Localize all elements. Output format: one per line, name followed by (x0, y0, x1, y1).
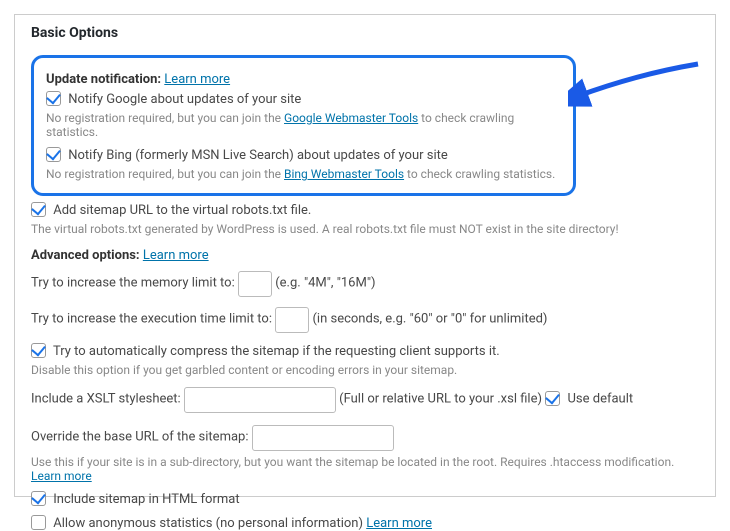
memory-hint: (e.g. "4M", "16M") (275, 276, 375, 291)
base-url-input[interactable] (252, 425, 394, 451)
bing-note-post: to check crawling statistics. (404, 167, 555, 181)
notify-bing-checkbox[interactable] (46, 147, 61, 162)
compress-note: Disable this option if you get garbled c… (31, 363, 699, 377)
html-format-label: Include sitemap in HTML format (53, 492, 239, 507)
notify-bing-label: Notify Bing (formerly MSN Live Search) a… (68, 148, 448, 163)
exec-label: Try to increase the execution time limit… (31, 312, 272, 327)
bing-note-pre: No registration required, but you can jo… (46, 167, 284, 181)
basic-options-panel: Basic Options Update notification: Learn… (14, 14, 716, 497)
section-title: Basic Options (31, 25, 699, 41)
virtual-robots-label: Add sitemap URL to the virtual robots.tx… (53, 203, 311, 218)
base-url-note: Use this if your site is in a sub-direct… (31, 455, 674, 469)
xslt-input[interactable] (184, 387, 336, 413)
compress-checkbox[interactable] (31, 343, 46, 358)
xslt-hint: (Full or relative URL to your .xsl file) (339, 392, 542, 407)
exec-input[interactable] (275, 307, 309, 333)
html-format-checkbox[interactable] (31, 491, 46, 506)
memory-input[interactable] (238, 271, 272, 297)
google-webmaster-tools-link[interactable]: Google Webmaster Tools (284, 111, 418, 125)
anon-stats-label: Allow anonymous statistics (no personal … (53, 516, 363, 531)
google-note-pre: No registration required, but you can jo… (46, 111, 284, 125)
update-notification-learn-more[interactable]: Learn more (164, 72, 230, 87)
base-url-label: Override the base URL of the sitemap: (31, 430, 249, 445)
exec-hint: (in seconds, e.g. "60" or "0" for unlimi… (312, 312, 547, 327)
update-notification-heading: Update notification: (46, 72, 161, 87)
advanced-learn-more[interactable]: Learn more (143, 248, 209, 263)
base-url-learn-more[interactable]: Learn more (31, 469, 92, 483)
anon-stats-checkbox[interactable] (31, 515, 46, 530)
virtual-robots-note: The virtual robots.txt generated by Word… (31, 222, 699, 236)
compress-label: Try to automatically compress the sitema… (53, 344, 500, 359)
update-notification-box: Update notification: Learn more Notify G… (31, 55, 576, 196)
notify-google-label: Notify Google about updates of your site (68, 92, 301, 107)
memory-label: Try to increase the memory limit to: (31, 276, 235, 291)
advanced-options-heading: Advanced options: (31, 248, 140, 263)
notify-google-checkbox[interactable] (46, 91, 61, 106)
bing-webmaster-tools-link[interactable]: Bing Webmaster Tools (284, 167, 404, 181)
xslt-label: Include a XSLT stylesheet: (31, 392, 181, 407)
anon-stats-learn-more[interactable]: Learn more (366, 516, 432, 531)
xslt-use-default-label: Use default (567, 392, 633, 407)
virtual-robots-checkbox[interactable] (31, 202, 46, 217)
xslt-use-default-checkbox[interactable] (545, 391, 560, 406)
